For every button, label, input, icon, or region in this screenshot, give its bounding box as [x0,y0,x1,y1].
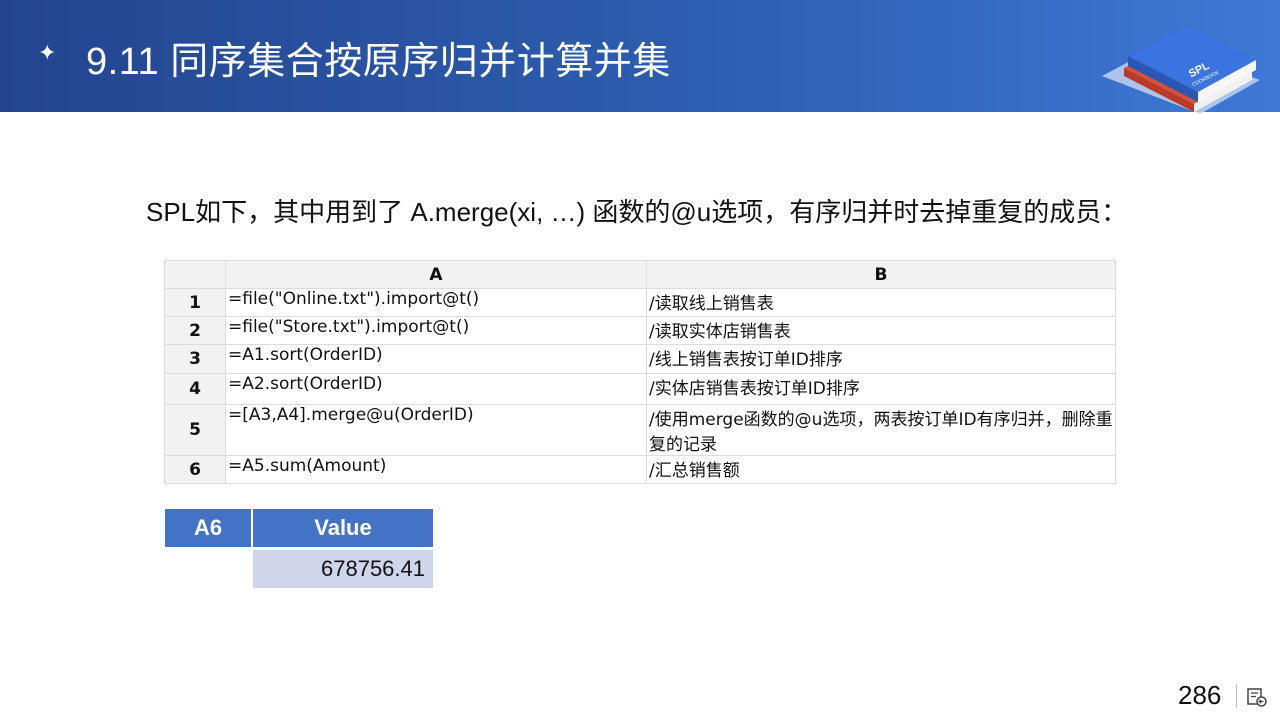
grid-row-number[interactable]: 4 [164,373,226,405]
grid-row: 2 =file("Store.txt").import@t() /读取实体店销售… [164,316,1116,345]
grid-cell-a[interactable]: =file("Store.txt").import@t() [225,316,647,345]
grid-cell-b[interactable]: /读取线上销售表 [646,288,1116,317]
footer-divider [1236,684,1237,708]
spl-code-grid: A B 1 =file("Online.txt").import@t() /读取… [164,260,1116,484]
grid-cell-b[interactable]: /汇总销售额 [646,455,1116,484]
grid-cell-b[interactable]: /读取实体店销售表 [646,316,1116,345]
star-icon: ✦ [38,40,57,65]
grid-row-number[interactable]: 2 [164,316,226,345]
grid-cell-a[interactable]: =A1.sort(OrderID) [225,344,647,374]
grid-row-number[interactable]: 3 [164,344,226,374]
grid-row: 5 =[A3,A4].merge@u(OrderID) /使用merge函数的@… [164,404,1116,456]
result-cell-name-header: A6 [165,509,251,547]
result-header-row: A6 Value [165,509,433,547]
grid-cell-b[interactable]: /使用merge函数的@u选项，两表按订单ID有序归并，删除重复的记录 [646,404,1116,456]
result-value-header: Value [251,509,433,547]
intro-text: SPL如下，其中用到了 A.merge(xi, …) 函数的@u选项，有序归并时… [146,197,1128,227]
grid-col-header-b[interactable]: B [646,260,1116,289]
page-title: 9.11 同序集合按原序归并计算并集 [86,41,671,83]
grid-corner-cell [164,260,226,289]
spl-cookbook-logo: SPL COOKBOOK [1102,26,1260,114]
grid-cell-a[interactable]: =A2.sort(OrderID) [225,373,647,405]
grid-col-header-a[interactable]: A [225,260,647,289]
grid-header-row: A B [164,260,1116,289]
grid-cell-a[interactable]: =A5.sum(Amount) [225,455,647,484]
result-table: A6 Value 678756.41 [165,509,433,588]
grid-row: 6 =A5.sum(Amount) /汇总销售额 [164,455,1116,484]
result-value: 678756.41 [251,547,433,588]
grid-row: 1 =file("Online.txt").import@t() /读取线上销售… [164,288,1116,317]
page-number: 286 [1178,680,1222,710]
slide-header: ✦ 9.11 同序集合按原序归并计算并集 [0,0,1280,112]
result-empty-cell [165,547,251,588]
grid-cell-b[interactable]: /实体店销售表按订单ID排序 [646,373,1116,405]
grid-row: 4 =A2.sort(OrderID) /实体店销售表按订单ID排序 [164,373,1116,405]
grid-row: 3 =A1.sort(OrderID) /线上销售表按订单ID排序 [164,344,1116,374]
grid-cell-b[interactable]: /线上销售表按订单ID排序 [646,344,1116,374]
grid-cell-a[interactable]: =file("Online.txt").import@t() [225,288,647,317]
result-row: 678756.41 [165,547,433,588]
slide-nav-icon[interactable] [1246,686,1268,708]
grid-row-number[interactable]: 6 [164,455,226,484]
grid-row-number[interactable]: 1 [164,288,226,317]
grid-cell-a[interactable]: =[A3,A4].merge@u(OrderID) [225,404,647,456]
grid-row-number[interactable]: 5 [164,404,226,456]
